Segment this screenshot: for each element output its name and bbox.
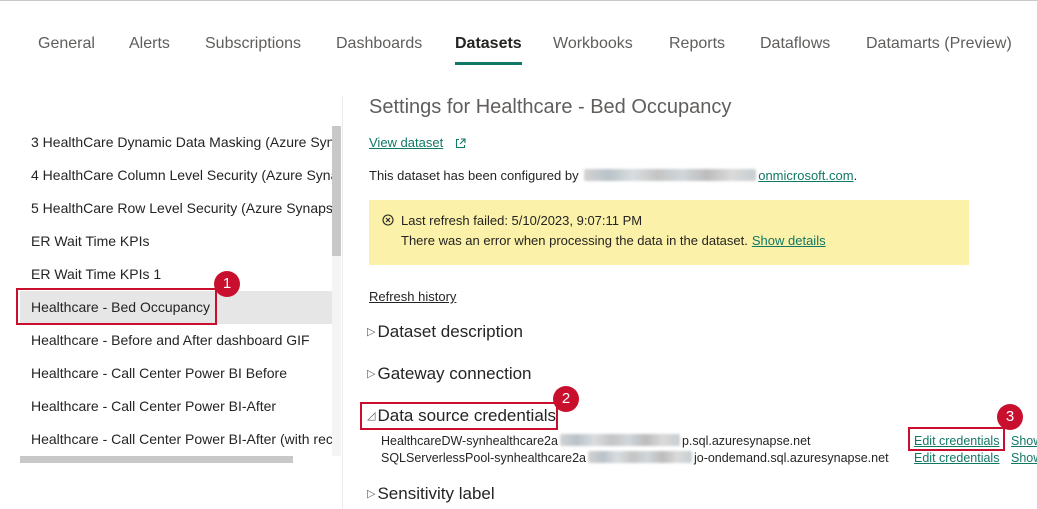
list-item[interactable]: 5 HealthCare Row Level Security (Azure S…	[20, 192, 332, 225]
tab-general[interactable]: General	[38, 34, 95, 66]
refresh-failed-alert: Last refresh failed: 5/10/2023, 9:07:11 …	[369, 200, 969, 265]
callout-highlight-box	[360, 402, 558, 430]
collapsed-triangle-icon: ▷	[367, 368, 376, 380]
top-border	[0, 0, 1037, 1]
section-label: Gateway connection	[377, 364, 532, 383]
configured-prefix: This dataset has been configured by	[369, 168, 579, 183]
callout-number-badge: 2	[553, 386, 579, 412]
list-item[interactable]: Healthcare - Call Center Power BI-After …	[20, 423, 332, 456]
datasource-name: SQLServerlessPool-synhealthcare2a	[381, 451, 586, 465]
alert-title: Last refresh failed: 5/10/2023, 9:07:11 …	[401, 213, 643, 228]
callout-highlight-box	[908, 427, 1005, 451]
show-link[interactable]: Show	[1011, 434, 1037, 448]
section-label: Dataset description	[377, 322, 523, 341]
tab-reports[interactable]: Reports	[669, 34, 725, 66]
list-item[interactable]: 3 HealthCare Dynamic Data Masking (Azure…	[20, 126, 332, 159]
view-dataset-link-wrapper: View dataset	[369, 135, 466, 150]
redacted-email	[584, 169, 757, 181]
edit-credentials-link[interactable]: Edit credentials	[914, 451, 999, 465]
settings-title: Settings for Healthcare - Bed Occupancy	[369, 96, 732, 118]
datasource-suffix: p.sql.azuresynapse.net	[681, 434, 811, 448]
configured-by-email-link[interactable]: onmicrosoft.com	[582, 168, 854, 183]
tab-alerts[interactable]: Alerts	[129, 34, 170, 66]
tab-datamarts[interactable]: Datamarts (Preview)	[866, 34, 1012, 66]
collapsed-triangle-icon: ▷	[367, 326, 376, 338]
callout-number-badge: 3	[997, 404, 1023, 430]
tab-label: Reports	[669, 35, 726, 52]
list-vertical-scrollbar-thumb[interactable]	[332, 126, 341, 256]
redacted-server	[587, 451, 692, 463]
email-domain: onmicrosoft.com	[758, 168, 854, 183]
list-item[interactable]: Healthcare - Call Center Power BI Before	[20, 357, 332, 390]
credential-row-datasource: SQLServerlessPool-synhealthcare2a jo-onde…	[381, 451, 889, 465]
tab-label: Alerts	[129, 35, 170, 52]
datasource-name: HealthcareDW-synhealthcare2a	[381, 434, 558, 448]
alert-message-row: There was an error when processing the d…	[401, 233, 826, 248]
callout-number-badge: 1	[214, 271, 240, 297]
list-item[interactable]: ER Wait Time KPIs 1	[20, 258, 332, 291]
tab-dataflows[interactable]: Dataflows	[760, 34, 830, 66]
panel-divider	[342, 96, 343, 509]
tab-label: Dataflows	[760, 35, 831, 52]
tab-dashboards[interactable]: Dashboards	[336, 34, 422, 66]
list-horizontal-scrollbar-thumb[interactable]	[20, 456, 293, 463]
list-item[interactable]: Healthcare - Before and After dashboard …	[20, 324, 332, 357]
configured-period: .	[853, 168, 858, 183]
tab-active-underline	[455, 62, 522, 65]
configured-by-text: This dataset has been configured by onmi…	[369, 168, 857, 183]
tab-datasets[interactable]: Datasets	[455, 34, 522, 66]
tab-subscriptions[interactable]: Subscriptions	[205, 34, 301, 66]
tab-workbooks[interactable]: Workbooks	[553, 34, 633, 66]
tab-label: Datamarts (Preview)	[866, 35, 1012, 52]
redacted-server	[559, 434, 680, 446]
alert-message: There was an error when processing the d…	[401, 233, 748, 248]
datasource-suffix: jo-ondemand.sql.azuresynapse.net	[693, 451, 889, 465]
error-circle-icon	[382, 214, 394, 226]
section-sensitivity-label[interactable]: ▷ Sensitivity label	[367, 484, 495, 504]
list-item[interactable]: 4 HealthCare Column Level Security (Azur…	[20, 159, 332, 192]
list-item[interactable]: Healthcare - Call Center Power BI-After	[20, 390, 332, 423]
section-label: Sensitivity label	[377, 484, 495, 503]
list-item[interactable]: ER Wait Time KPIs	[20, 225, 332, 258]
tab-label: Dashboards	[336, 35, 423, 52]
collapsed-triangle-icon: ▷	[367, 488, 376, 500]
section-gateway-connection[interactable]: ▷ Gateway connection	[367, 364, 532, 384]
refresh-history-link[interactable]: Refresh history	[369, 289, 456, 304]
tab-label: Subscriptions	[205, 35, 302, 52]
show-link[interactable]: Show	[1011, 451, 1037, 465]
show-details-link[interactable]: Show details	[752, 233, 826, 248]
tab-label: Datasets	[455, 35, 522, 52]
external-link-icon[interactable]	[455, 138, 466, 149]
callout-highlight-box	[16, 288, 217, 325]
tab-label: Workbooks	[553, 35, 633, 52]
credential-row-datasource: HealthcareDW-synhealthcare2a p.sql.azures…	[381, 434, 811, 448]
view-dataset-link[interactable]: View dataset	[369, 135, 443, 150]
tab-label: General	[38, 35, 95, 52]
section-dataset-description[interactable]: ▷ Dataset description	[367, 322, 523, 342]
